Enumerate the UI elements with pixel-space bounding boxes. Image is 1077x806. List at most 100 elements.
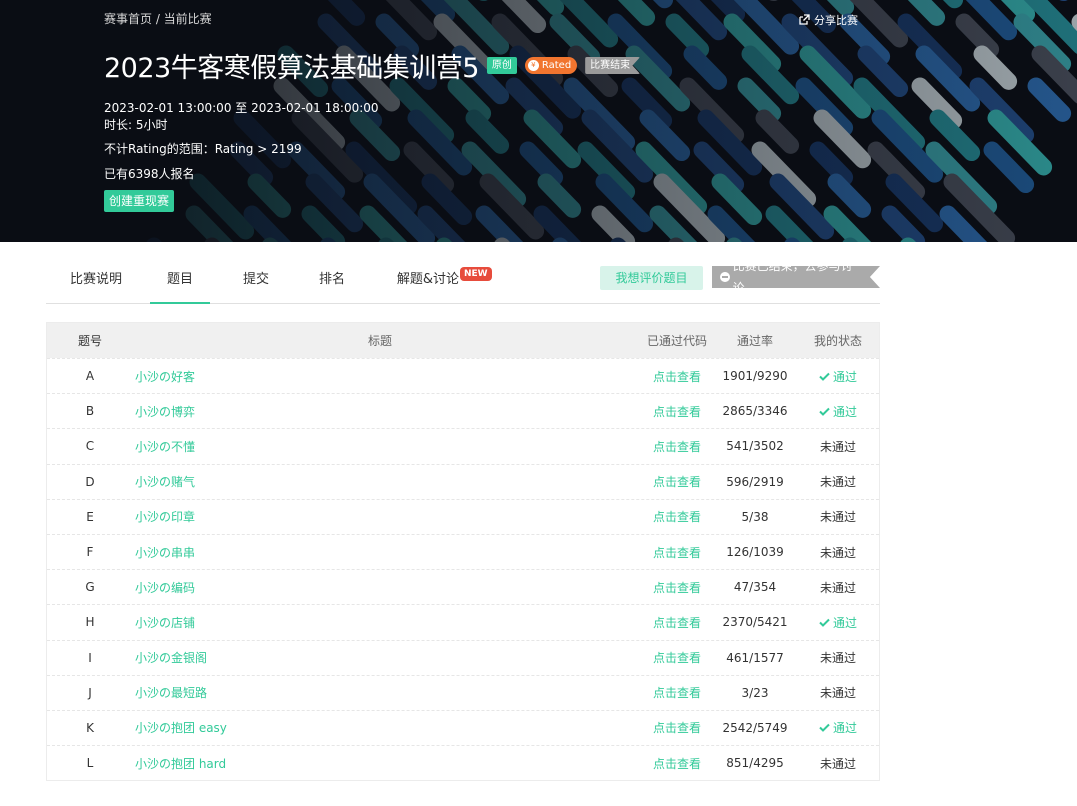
problem-id: I (88, 650, 92, 665)
tab-ranking[interactable]: 排名 (302, 258, 362, 304)
table-row: B 小沙の博弈 点击查看 2865/3346 通过 (47, 393, 879, 428)
discuss-label: 比赛已结束，去参与讨论 (732, 259, 853, 295)
view-code-link[interactable]: 点击查看 (633, 711, 721, 745)
view-code-link[interactable]: 点击查看 (633, 641, 721, 675)
status-label: 通过 (832, 404, 857, 419)
contest-duration: 时长: 5小时 (104, 118, 168, 132)
table-row: D 小沙の赌气 点击查看 596/2919 未通过 (47, 463, 879, 499)
table-row: I 小沙の金银阁 点击查看 461/1577 未通过 (47, 639, 879, 675)
header-rate: 通过率 (736, 334, 773, 348)
table-header: 题号 标题 已通过代码 通过率 我的状态 (47, 323, 879, 358)
problem-title-link[interactable]: 小沙の抱团 hard (135, 746, 615, 780)
problem-title-link[interactable]: 小沙の印章 (135, 500, 615, 534)
problem-title-link[interactable]: 小沙の抱团 easy (135, 711, 615, 745)
pass-rate: 2370/5421 (722, 615, 788, 630)
my-status: 通过 (797, 711, 879, 745)
table-row: L 小沙の抱团 hard 点击查看 851/4295 未通过 (47, 745, 879, 780)
registered-count: 已有6398人报名 (104, 167, 195, 181)
problem-id: G (85, 580, 95, 595)
table-body: A 小沙の好客 点击查看 1901/9290 通过 B 小沙の博弈 点击查看 2865/3346… (47, 358, 879, 780)
rated-badge: ¥ Rated (524, 57, 578, 74)
problem-id: C (85, 439, 95, 454)
tab-discussion[interactable]: 解题&讨论 (384, 258, 472, 304)
table-row: A 小沙の好客 点击查看 1901/9290 通过 (47, 358, 879, 393)
pass-rate: 851/4295 (726, 756, 784, 771)
header-status: 我的状态 (813, 334, 862, 348)
view-code-link[interactable]: 点击查看 (633, 465, 721, 499)
problem-title-link[interactable]: 小沙の不懂 (135, 429, 615, 463)
create-replay-button[interactable]: 创建重现赛 (104, 190, 175, 212)
view-code-link[interactable]: 点击查看 (633, 570, 721, 604)
view-code-link[interactable]: 点击查看 (633, 605, 721, 639)
status-label: 未通过 (819, 686, 856, 701)
header-title: 标题 (367, 334, 392, 348)
my-status: 通过 (797, 359, 879, 393)
my-status: 未通过 (797, 429, 879, 463)
problem-title-link[interactable]: 小沙の编码 (135, 570, 615, 604)
header-code: 已通过代码 (646, 334, 707, 348)
view-code-link[interactable]: 点击查看 (633, 429, 721, 463)
view-code-link[interactable]: 点击查看 (633, 746, 721, 780)
header-id: 题号 (77, 334, 102, 348)
problem-title-link[interactable]: 小沙の金银阁 (135, 641, 615, 675)
title-row: 2023牛客寒假算法基础集训营5 原创 ¥ Rated 比赛结束 (104, 46, 641, 85)
view-code-link[interactable]: 点击查看 (633, 535, 721, 569)
status-label: 通过 (832, 369, 857, 384)
view-code-link[interactable]: 点击查看 (633, 676, 721, 710)
problem-title-link[interactable]: 小沙の好客 (135, 359, 615, 393)
share-button[interactable]: 分享比赛 (798, 12, 858, 28)
contest-time: 2023-02-01 13:00:00 至 2023-02-01 18:00:0… (104, 101, 379, 115)
status-label: 通过 (832, 615, 857, 630)
my-status: 未通过 (797, 641, 879, 675)
minus-circle-icon (720, 272, 730, 282)
pass-rate: 596/2919 (726, 474, 784, 489)
pass-rate: 2865/3346 (722, 404, 788, 419)
check-icon (819, 372, 830, 381)
table-row: H 小沙の店铺 点击查看 2370/5421 通过 (47, 604, 879, 639)
status-label: 未通过 (819, 545, 856, 560)
table-row: E 小沙の印章 点击查看 5/38 未通过 (47, 498, 879, 534)
check-icon (819, 724, 830, 733)
pass-rate: 5/38 (741, 509, 769, 524)
original-badge: 原创 (486, 57, 517, 74)
problem-title-link[interactable]: 小沙の店铺 (135, 605, 615, 639)
problem-title-link[interactable]: 小沙の赌气 (135, 465, 615, 499)
new-badge: NEW (460, 267, 492, 281)
problem-id: E (86, 509, 94, 524)
discuss-notice[interactable]: 比赛已结束，去参与讨论 (712, 266, 880, 288)
problem-title-link[interactable]: 小沙の最短路 (135, 676, 615, 710)
table-row: C 小沙の不懂 点击查看 541/3502 未通过 (47, 428, 879, 463)
view-code-link[interactable]: 点击查看 (633, 500, 721, 534)
problem-title-link[interactable]: 小沙の博弈 (135, 394, 615, 428)
breadcrumb[interactable]: 赛事首页 / 当前比赛 (104, 10, 212, 27)
problem-id: K (86, 720, 94, 735)
problem-id: L (86, 756, 94, 771)
problem-id: F (86, 545, 94, 560)
evaluate-problems-button[interactable]: 我想评价题目 (600, 266, 703, 290)
status-label: 未通过 (819, 580, 856, 595)
contest-title: 2023牛客寒假算法基础集训营5 (104, 53, 479, 84)
status-label: 未通过 (819, 510, 856, 525)
tab-description[interactable]: 比赛说明 (52, 258, 140, 304)
pass-rate: 47/354 (733, 580, 777, 595)
view-code-link[interactable]: 点击查看 (633, 359, 721, 393)
status-passed: 通过 (819, 368, 857, 385)
tab-submit[interactable]: 提交 (226, 258, 286, 304)
table-row: G 小沙の编码 点击查看 47/354 未通过 (47, 569, 879, 604)
problem-id: H (85, 615, 95, 630)
ended-badge: 比赛结束 (585, 57, 641, 74)
pass-rate: 541/3502 (726, 439, 784, 454)
problem-title-link[interactable]: 小沙の串串 (135, 535, 615, 569)
status-label: 通过 (832, 721, 857, 736)
table-row: K 小沙の抱团 easy 点击查看 2542/5749 通过 (47, 709, 879, 745)
share-label: 分享比赛 (814, 14, 858, 27)
table-row: F 小沙の串串 点击查看 126/1039 未通过 (47, 533, 879, 569)
my-status: 通过 (797, 394, 879, 428)
check-icon (819, 407, 830, 416)
tab-problems[interactable]: 题目 (150, 258, 210, 304)
my-status: 未通过 (797, 746, 879, 780)
view-code-link[interactable]: 点击查看 (633, 394, 721, 428)
my-status: 通过 (797, 605, 879, 639)
share-icon (799, 14, 810, 25)
problem-id: A (85, 369, 95, 384)
